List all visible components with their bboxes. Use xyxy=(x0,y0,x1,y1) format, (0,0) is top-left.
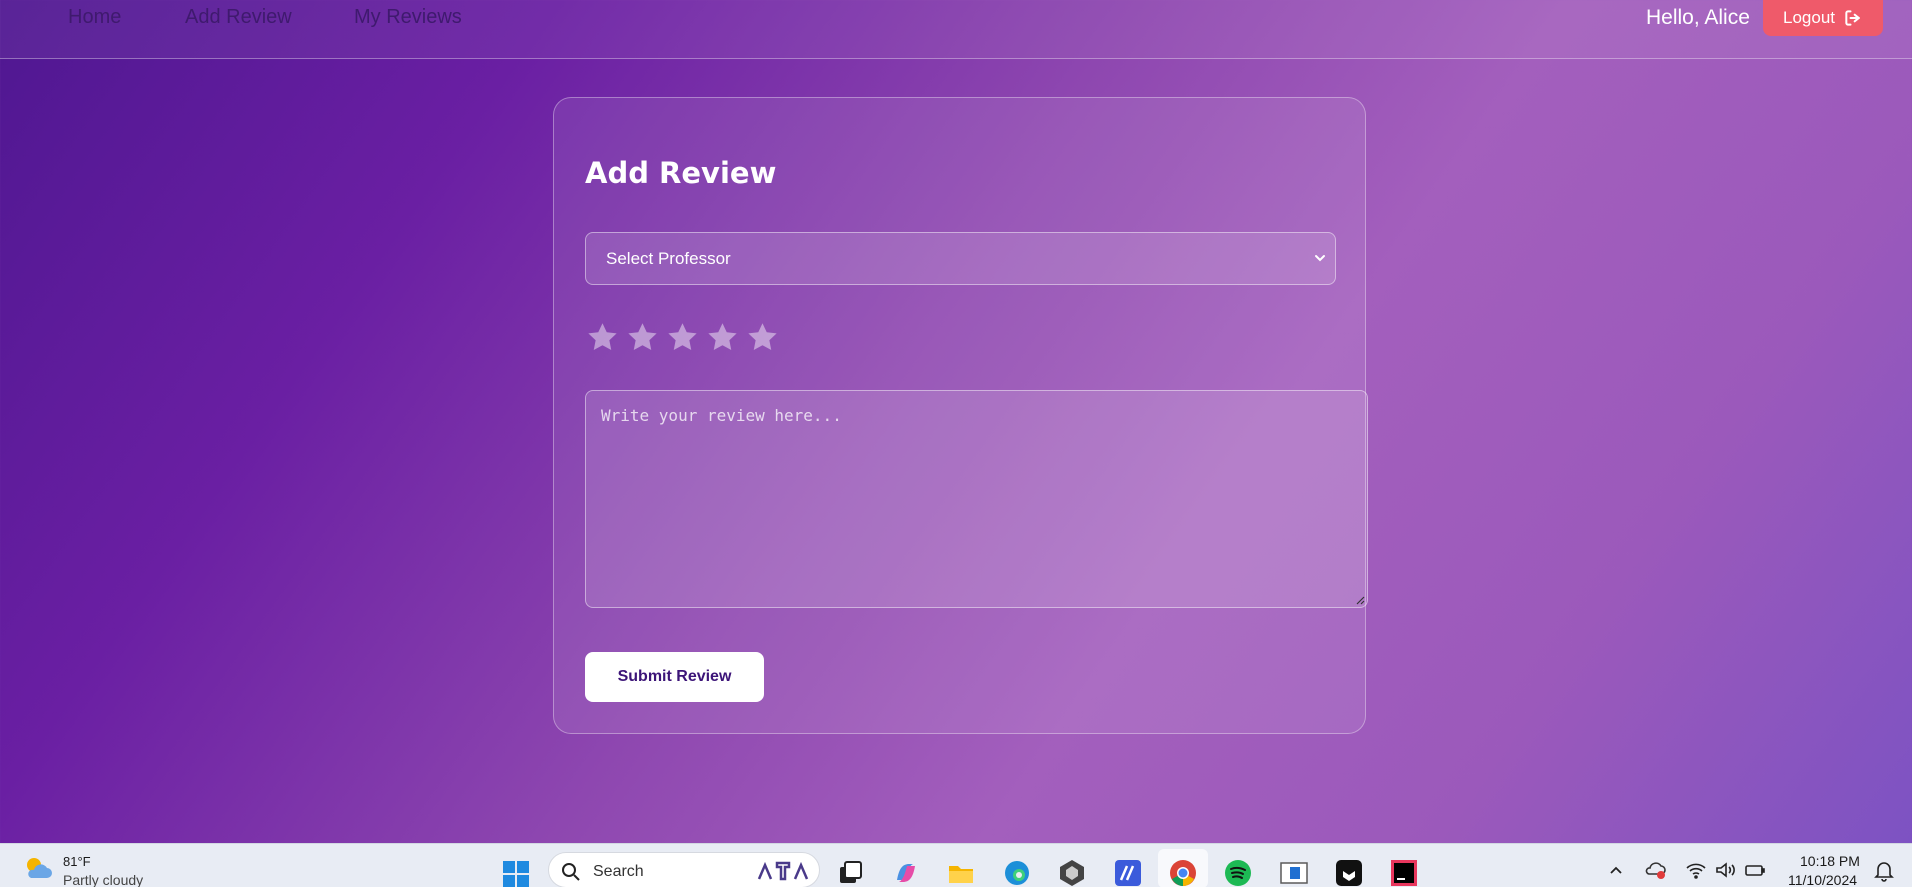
intellij-icon[interactable] xyxy=(1389,858,1419,887)
nav-my-reviews-link[interactable]: My Reviews xyxy=(354,6,462,29)
star-rating xyxy=(585,320,780,360)
clock-time[interactable]: 10:18 PM xyxy=(1800,853,1860,869)
professor-select-value: Select Professor xyxy=(606,248,731,268)
star-icon[interactable] xyxy=(705,320,740,355)
page-title: Add Review xyxy=(585,156,777,190)
weather-description: Partly cloudy xyxy=(63,872,144,887)
windows-icon[interactable] xyxy=(502,860,530,887)
weather-temperature: 81°F xyxy=(63,854,91,869)
star-icon[interactable] xyxy=(745,320,780,355)
logout-label: Logout xyxy=(1783,8,1835,27)
task-view-icon[interactable] xyxy=(835,858,865,887)
resize-handle-icon[interactable] xyxy=(1353,593,1365,605)
nav-add-review-link[interactable]: Add Review xyxy=(185,6,292,29)
review-card: Add Review Select Professor Write your r… xyxy=(553,97,1368,734)
logout-button[interactable]: Logout xyxy=(1763,0,1883,36)
taskbar-search[interactable]: Search xyxy=(548,852,820,887)
star-icon[interactable] xyxy=(585,320,620,355)
wifi-icon[interactable] xyxy=(1685,860,1707,880)
search-icon xyxy=(562,863,580,881)
top-nav: Home Add Review My Reviews Hello, Alice … xyxy=(0,0,1912,59)
user-greeting: Hello, Alice xyxy=(1646,6,1750,29)
star-icon[interactable] xyxy=(665,320,700,355)
edge-icon[interactable] xyxy=(1002,858,1032,887)
app-icon[interactable] xyxy=(1057,858,1087,887)
notification-bell-icon[interactable] xyxy=(1874,860,1894,882)
nav-home-link[interactable]: Home xyxy=(68,6,121,29)
app-icon[interactable] xyxy=(1334,858,1364,887)
search-highlight-icon xyxy=(757,861,809,881)
onedrive-icon[interactable] xyxy=(1645,860,1667,880)
search-label: Search xyxy=(593,863,644,880)
file-explorer-icon[interactable] xyxy=(946,858,976,887)
review-placeholder: Write your review here... xyxy=(601,406,842,425)
volume-icon[interactable] xyxy=(1714,860,1736,880)
app-icon[interactable] xyxy=(1279,858,1309,887)
star-icon[interactable] xyxy=(625,320,660,355)
spotify-icon[interactable] xyxy=(1223,858,1253,887)
chrome-icon[interactable] xyxy=(1168,858,1198,887)
professor-select[interactable]: Select Professor xyxy=(585,232,1336,285)
taskbar: 81°F Partly cloudy Search 10:18 PM 11/10… xyxy=(0,843,1912,887)
chevron-down-icon xyxy=(1315,255,1325,262)
battery-icon[interactable] xyxy=(1744,860,1766,880)
copilot-icon[interactable] xyxy=(891,858,921,887)
chevron-up-icon[interactable] xyxy=(1608,864,1624,876)
submit-review-button[interactable]: Submit Review xyxy=(585,652,764,702)
app-icon[interactable] xyxy=(1113,858,1143,887)
clock-date[interactable]: 11/10/2024 xyxy=(1788,872,1857,887)
partly-cloudy-icon[interactable] xyxy=(22,854,54,882)
review-textarea[interactable]: Write your review here... xyxy=(585,390,1368,608)
sign-out-icon xyxy=(1845,10,1860,26)
